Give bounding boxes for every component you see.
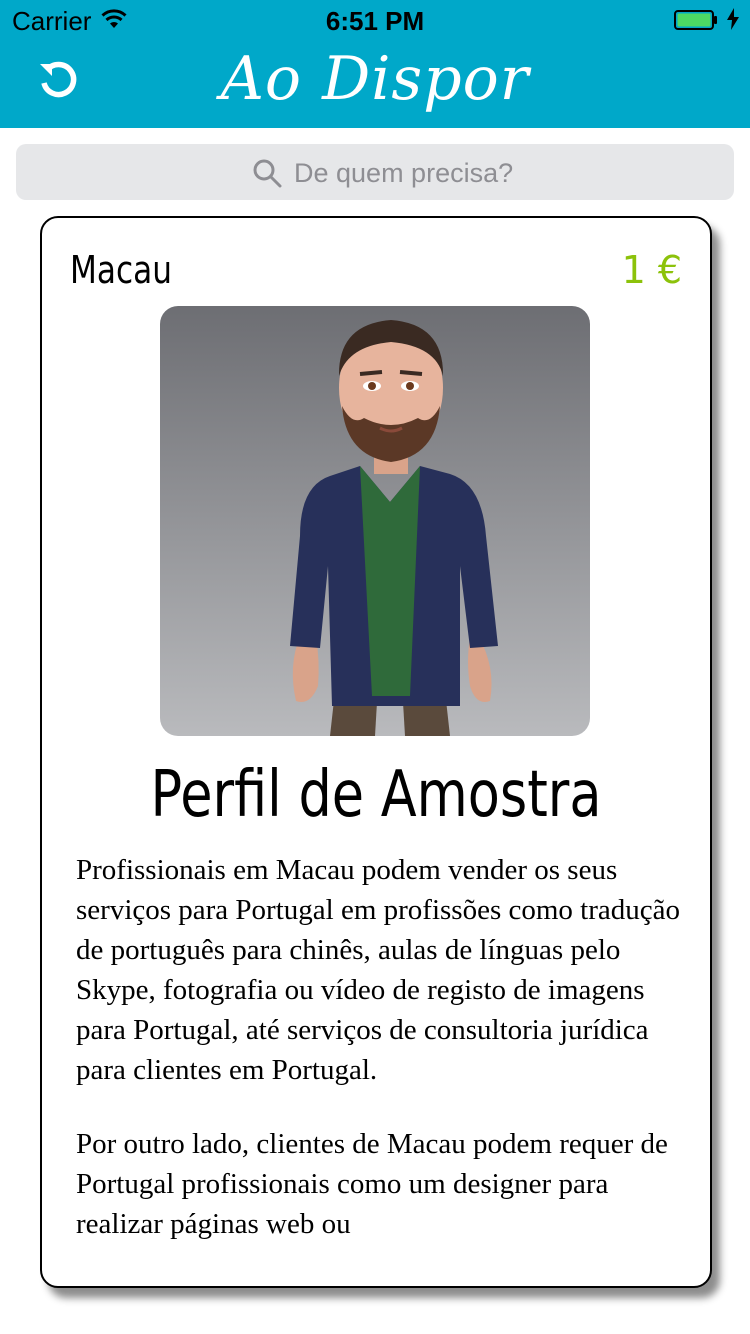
search-bar[interactable]: [16, 144, 734, 200]
price-label: 1 €: [621, 248, 682, 292]
avatar-figure: [160, 306, 590, 736]
description-paragraph: Profissionais em Macau podem vender os s…: [76, 854, 680, 1086]
search-input[interactable]: [292, 150, 716, 196]
status-bar: Carrier 6:51 PM: [0, 0, 750, 40]
location-label: Macau: [70, 248, 172, 292]
profile-description: Profissionais em Macau podem vender os s…: [76, 850, 686, 1278]
navigation-bar: Carrier 6:51 PM Ao Dispor: [0, 0, 750, 128]
battery-icon: [674, 10, 717, 30]
charging-icon: [727, 8, 739, 30]
profile-name: Perfil de Amostra: [150, 758, 602, 832]
profile-card[interactable]: Macau 1 € Perfil de Amostra Profissionai…: [40, 216, 712, 1288]
app-title: Ao Dispor: [220, 44, 530, 114]
status-time: 6:51 PM: [325, 6, 425, 36]
avatar-image[interactable]: [160, 306, 590, 736]
description-paragraph: Por outro lado, clientes de Macau podem …: [76, 1128, 668, 1240]
search-icon: [253, 159, 282, 188]
